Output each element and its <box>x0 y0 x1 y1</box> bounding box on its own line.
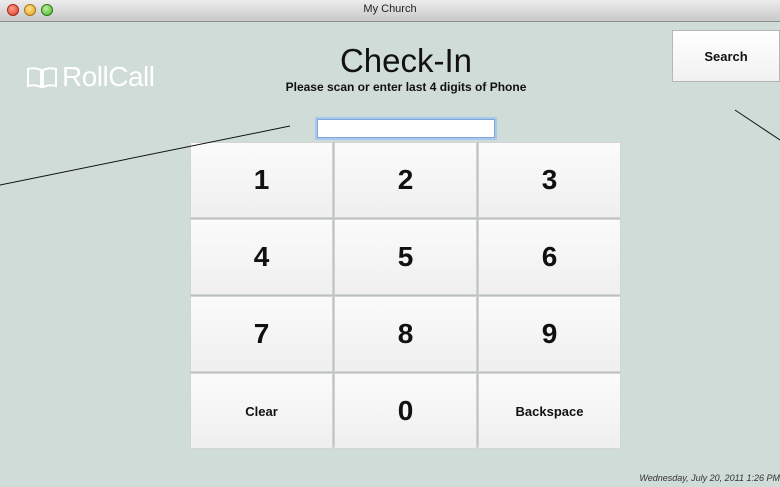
backspace-key[interactable]: Backspace <box>478 373 621 449</box>
search-button[interactable]: Search <box>672 30 780 82</box>
key-1[interactable]: 1 <box>190 142 333 218</box>
search-button-label: Search <box>704 48 748 64</box>
key-8[interactable]: 8 <box>334 296 477 372</box>
key-5[interactable]: 5 <box>334 219 477 295</box>
key-6[interactable]: 6 <box>478 219 621 295</box>
key-9[interactable]: 9 <box>478 296 621 372</box>
clear-key[interactable]: Clear <box>190 373 333 449</box>
window-title: My Church <box>363 3 417 15</box>
key-2[interactable]: 2 <box>334 142 477 218</box>
current-datetime: Wednesday, July 20, 2011 1:26 PM <box>639 473 780 483</box>
checkin-screen: RollCall Check-In Please scan or enter l… <box>0 22 780 487</box>
instructions: Please scan or enter last 4 digits of Ph… <box>285 80 527 94</box>
page-title: Check-In <box>339 42 473 79</box>
title-bar: My Church <box>0 0 780 22</box>
key-0[interactable]: 0 <box>334 373 477 449</box>
phone-digits-input[interactable] <box>317 119 495 138</box>
keypad: 1 2 3 4 5 6 7 8 9 Clear 0 Backspace <box>190 142 621 449</box>
app-window: My Church RollCall Check-In Please scan … <box>0 0 780 487</box>
key-7[interactable]: 7 <box>190 296 333 372</box>
key-4[interactable]: 4 <box>190 219 333 295</box>
key-3[interactable]: 3 <box>478 142 621 218</box>
